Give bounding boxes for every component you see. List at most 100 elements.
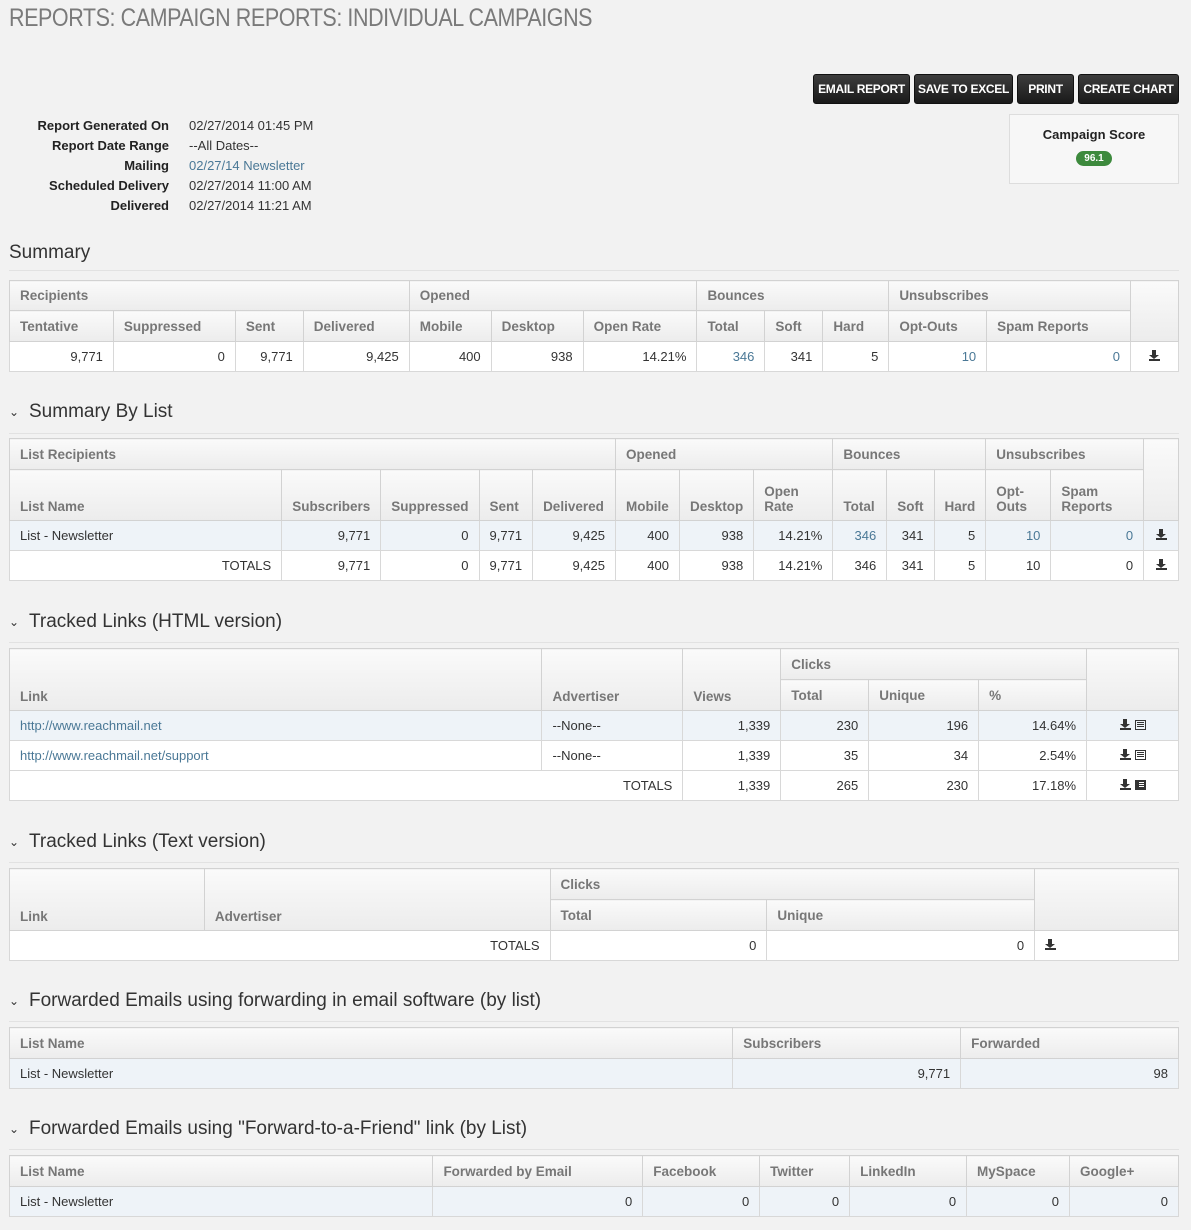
col-header-list-name[interactable]: List Name [8, 1027, 734, 1059]
col-header-forwarded[interactable]: Forwarded [960, 1027, 1179, 1059]
col-header[interactable]: Mobile [614, 469, 680, 521]
cell: 400 [614, 550, 680, 581]
col-header[interactable]: Opt-Outs [888, 310, 988, 342]
download-icon[interactable] [1119, 779, 1131, 790]
list-icon[interactable] [1134, 750, 1146, 760]
col-header-percent[interactable]: % [978, 679, 1088, 711]
cell: 0 [766, 930, 1036, 961]
list-icon[interactable] [1134, 780, 1146, 790]
chevron-down-icon[interactable]: ⌄ [9, 1122, 29, 1136]
col-header[interactable]: Hard [822, 310, 890, 342]
spam-reports-link[interactable]: 0 [1113, 349, 1120, 364]
tracked-links-text-title: Tracked Links (Text version) [29, 831, 266, 852]
col-header-total[interactable]: Total [549, 899, 768, 931]
opt-outs-link[interactable]: 10 [962, 349, 976, 364]
col-header[interactable]: Sent [478, 469, 534, 521]
summary-by-list-heading[interactable]: ⌄ Summary By List [9, 401, 173, 423]
save-to-excel-button[interactable]: SAVE TO EXCEL [914, 74, 1013, 104]
col-header-link[interactable]: Link [8, 648, 543, 711]
cell: 0 [849, 1186, 968, 1217]
col-header[interactable]: MySpace [966, 1155, 1070, 1187]
col-header[interactable]: Open Rate [753, 469, 834, 521]
col-header[interactable]: Facebook [642, 1155, 761, 1187]
actions-header [1143, 438, 1179, 521]
col-header[interactable]: Delivered [302, 310, 410, 342]
col-header[interactable]: Desktop [678, 469, 755, 521]
mailing-link[interactable]: 02/27/14 Newsletter [189, 158, 305, 173]
list-icon[interactable] [1134, 720, 1146, 730]
col-header[interactable]: LinkedIn [849, 1155, 968, 1187]
table-row: List - Newsletter 0 0 0 0 0 0 [8, 1186, 1179, 1217]
col-header[interactable]: Soft [886, 469, 935, 521]
col-header[interactable]: Tentative [9, 310, 114, 342]
meta-label: Delivered [110, 197, 169, 213]
col-header-total[interactable]: Total [780, 679, 870, 711]
forwarded-friend-table: List Name Forwarded by Email Facebook Tw… [8, 1155, 1179, 1217]
col-header-unique[interactable]: Unique [766, 899, 1036, 931]
col-header[interactable]: Opt-Outs [985, 469, 1052, 521]
col-header[interactable]: List Name [8, 1155, 434, 1187]
download-icon[interactable] [1155, 529, 1167, 540]
col-header[interactable]: Twitter [759, 1155, 851, 1187]
download-icon[interactable] [1045, 939, 1057, 950]
meta-value: 02/27/2014 01:45 PM [189, 117, 314, 133]
col-header-link[interactable]: Link [9, 868, 205, 931]
col-header-advertiser[interactable]: Advertiser [541, 648, 684, 711]
col-header[interactable]: Spam Reports [1050, 469, 1145, 521]
col-header[interactable]: List Name [8, 469, 283, 521]
cell: 9,771 [281, 550, 382, 581]
download-icon[interactable] [1155, 559, 1167, 570]
col-header[interactable]: Desktop [490, 310, 584, 342]
download-icon[interactable] [1119, 719, 1131, 730]
col-header[interactable]: Spam Reports [986, 310, 1131, 342]
group-opened: Opened [614, 438, 834, 470]
col-header[interactable]: Suppressed [380, 469, 480, 521]
chevron-down-icon[interactable]: ⌄ [9, 405, 29, 419]
col-header-advertiser[interactable]: Advertiser [203, 868, 551, 931]
col-header[interactable]: Sent [234, 310, 304, 342]
tracked-links-html-title: Tracked Links (HTML version) [29, 611, 283, 632]
meta-label: Report Generated On [37, 117, 169, 133]
cell: 17.18% [978, 770, 1088, 801]
cell: 400 [408, 341, 492, 372]
cell: 341 [886, 550, 935, 581]
cell: 14.21% [753, 550, 834, 581]
col-header[interactable]: Subscribers [281, 469, 382, 521]
col-header[interactable]: Total [696, 310, 766, 342]
bounces-total-link[interactable]: 346 [855, 528, 877, 543]
col-header[interactable]: Google+ [1069, 1155, 1179, 1187]
col-header-views[interactable]: Views [682, 648, 782, 711]
email-report-button[interactable]: EMAIL REPORT [813, 74, 910, 104]
col-header-unique[interactable]: Unique [868, 679, 980, 711]
forwarded-friend-heading[interactable]: ⌄ Forwarded Emails using "Forward-to-a-Fr… [9, 1118, 527, 1140]
tracked-links-html-heading[interactable]: ⌄ Tracked Links (HTML version) [9, 611, 282, 633]
cell: 0 [966, 1186, 1070, 1217]
download-icon[interactable] [1119, 749, 1131, 760]
cell: 9,425 [532, 550, 616, 581]
opt-outs-link[interactable]: 10 [1026, 528, 1040, 543]
col-header[interactable]: Total [832, 469, 888, 521]
download-icon[interactable] [1148, 350, 1160, 361]
totals-label: TOTALS [8, 550, 283, 581]
chevron-down-icon[interactable]: ⌄ [9, 835, 29, 849]
tracked-links-text-heading[interactable]: ⌄ Tracked Links (Text version) [9, 831, 266, 853]
tracked-link[interactable]: http://www.reachmail.net [20, 718, 162, 733]
spam-reports-link[interactable]: 0 [1126, 528, 1133, 543]
bounces-total-link[interactable]: 346 [733, 349, 755, 364]
col-header[interactable]: Open Rate [582, 310, 698, 342]
cell: 230 [868, 770, 980, 801]
forwarded-software-heading[interactable]: ⌄ Forwarded Emails using forwarding in em… [9, 990, 541, 1012]
summary-heading: Summary [9, 242, 90, 264]
col-header[interactable]: Mobile [408, 310, 492, 342]
col-header-subscribers[interactable]: Subscribers [732, 1027, 962, 1059]
col-header[interactable]: Hard [933, 469, 987, 521]
col-header[interactable]: Delivered [532, 469, 616, 521]
col-header[interactable]: Soft [764, 310, 824, 342]
tracked-link[interactable]: http://www.reachmail.net/support [20, 748, 209, 763]
chevron-down-icon[interactable]: ⌄ [9, 994, 29, 1008]
chevron-down-icon[interactable]: ⌄ [9, 615, 29, 629]
col-header[interactable]: Forwarded by Email [432, 1155, 644, 1187]
col-header[interactable]: Suppressed [112, 310, 236, 342]
create-chart-button[interactable]: CREATE CHART [1078, 74, 1179, 104]
print-button[interactable]: PRINT [1017, 74, 1074, 104]
